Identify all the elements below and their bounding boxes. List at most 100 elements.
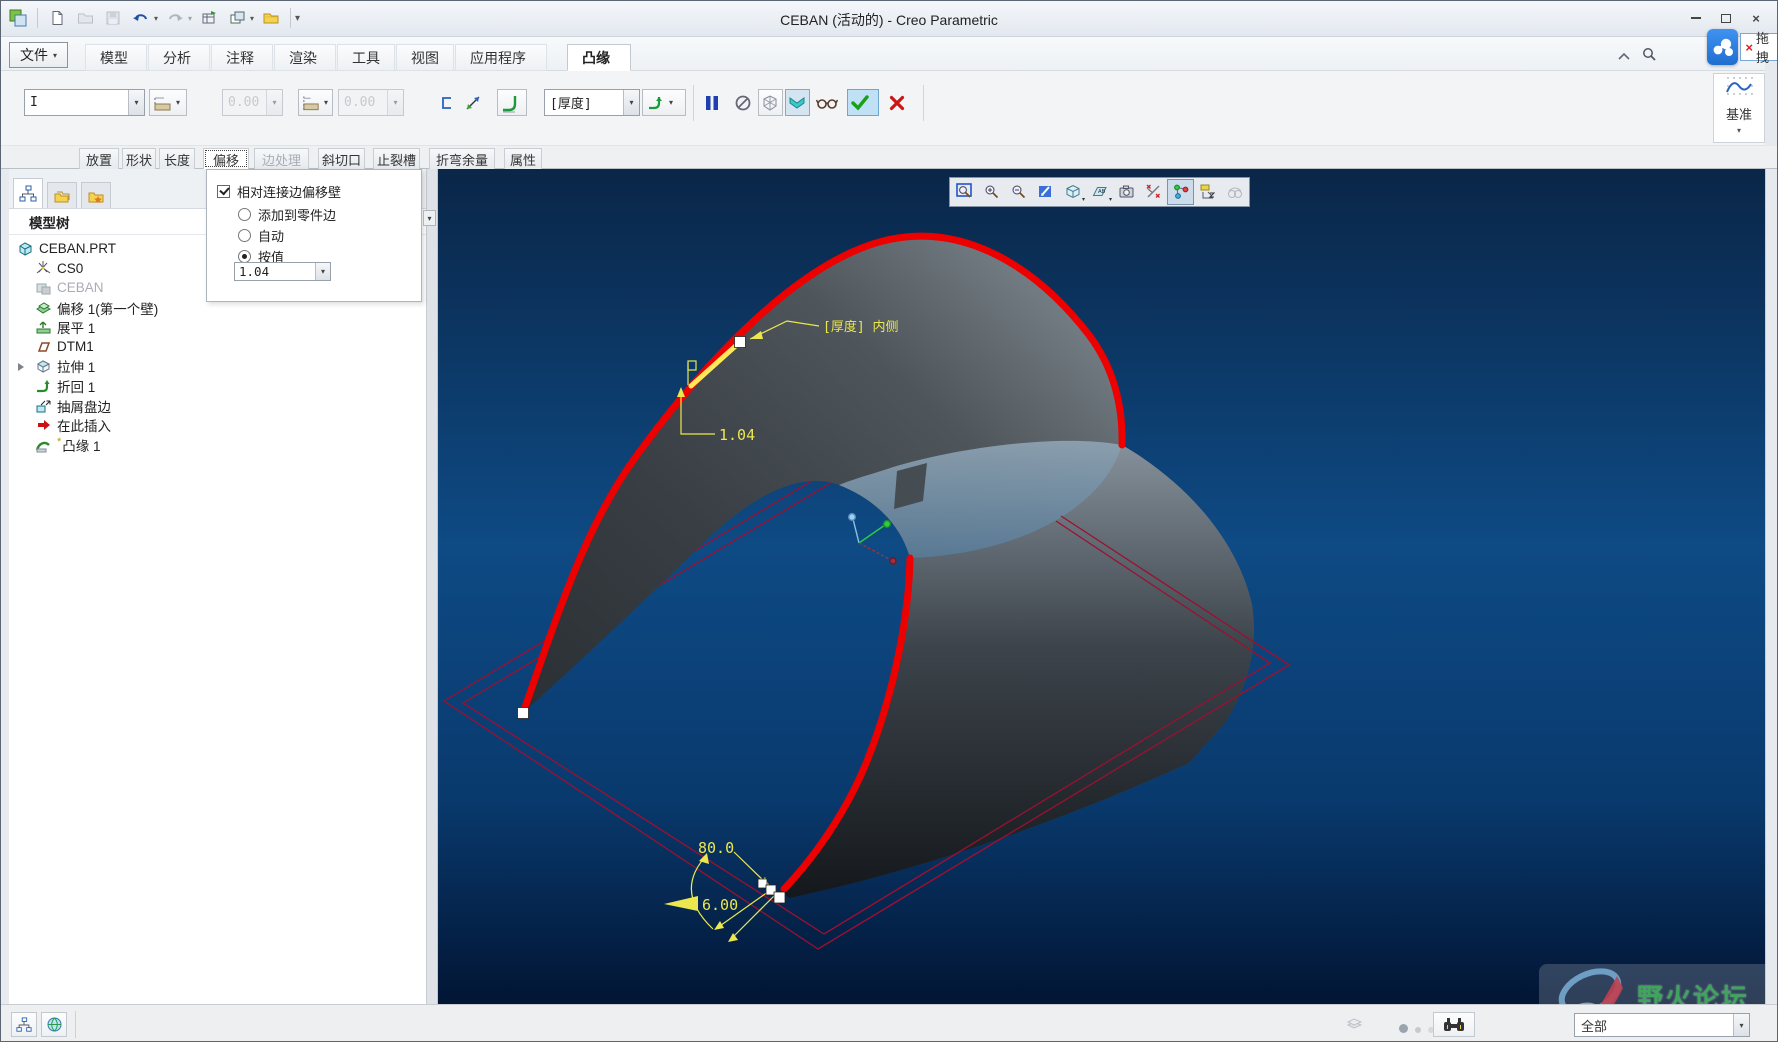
- widget-close-icon[interactable]: ×: [1745, 40, 1753, 55]
- subtab-miter-cut[interactable]: 斜切口: [318, 148, 365, 169]
- thickness-label[interactable]: [厚度] 内侧: [823, 319, 898, 335]
- accept-feature-button[interactable]: [847, 89, 879, 116]
- chevron-down-icon[interactable]: ▾: [623, 90, 639, 115]
- side1-length-value: 0.00: [228, 95, 260, 110]
- annotation-display-icon[interactable]: [1167, 179, 1194, 205]
- search-binoculars-button[interactable]: [1433, 1012, 1475, 1037]
- subtab-length[interactable]: 长度: [159, 148, 195, 169]
- tab-tools[interactable]: 工具: [337, 44, 395, 71]
- chevron-down-icon[interactable]: ▾: [315, 263, 330, 280]
- search-icon[interactable]: [1641, 46, 1657, 67]
- tab-render[interactable]: 渲染: [274, 44, 336, 71]
- tab-flange-context[interactable]: 凸缘: [567, 44, 631, 71]
- netdisk-drag-widget[interactable]: × 拖拽: [1707, 29, 1777, 65]
- filter-combo[interactable]: 全部 ▾: [1574, 1013, 1750, 1037]
- offset-dimension[interactable]: 1.04: [719, 426, 755, 444]
- minimize-button[interactable]: [1685, 9, 1707, 27]
- chevron-down-icon[interactable]: ▾: [667, 98, 675, 107]
- pause-button[interactable]: [701, 89, 727, 116]
- length-dimension[interactable]: 6.00: [702, 896, 738, 914]
- file-menu-button[interactable]: 文件 ▾: [9, 42, 69, 68]
- side1-anchor-button[interactable]: ▾: [149, 89, 187, 116]
- datum-display-filter-icon[interactable]: [1140, 179, 1167, 205]
- radio-add-to-part-edge[interactable]: [238, 208, 251, 221]
- tab-annotate[interactable]: 注释: [211, 44, 273, 71]
- refit-icon[interactable]: [951, 179, 978, 205]
- chevron-down-icon[interactable]: ▾: [1733, 1014, 1749, 1036]
- tab-analysis[interactable]: 分析: [148, 44, 210, 71]
- spin-center-icon[interactable]: [1194, 179, 1221, 205]
- bend-relief-button[interactable]: [497, 89, 527, 116]
- graphics-viewport[interactable]: [厚度] 内侧 1.04 80.0 6.00 ▾ AB ▾ 野火论坛: [438, 169, 1765, 1004]
- tree-item-fold-back[interactable]: 折回 1: [9, 376, 426, 396]
- model-tree-tab-icon[interactable]: [13, 178, 43, 208]
- subtab-placement[interactable]: 放置: [79, 148, 119, 169]
- flange-dashboard: I ▾ ▾ 0.00 ▾ ▾ 0.00 ▾ [厚度] ▾ ▾: [1, 71, 1777, 146]
- chevron-down-icon[interactable]: ▾: [266, 90, 282, 115]
- subtab-bend-allowance[interactable]: 折弯余量: [429, 148, 495, 169]
- tab-label: 渲染: [289, 49, 317, 66]
- tree-item-dtm1[interactable]: DTM1: [9, 337, 426, 357]
- repaint-icon[interactable]: [1032, 179, 1059, 205]
- preview-glasses-icon[interactable]: [813, 89, 841, 116]
- expand-icon[interactable]: [18, 362, 24, 371]
- maximize-button[interactable]: [1715, 9, 1737, 27]
- web-browser-toggle-button[interactable]: [41, 1012, 67, 1037]
- panel-more-button[interactable]: ▾: [423, 210, 436, 226]
- side1-length-combo[interactable]: 0.00 ▾: [222, 89, 283, 116]
- radius-side-button[interactable]: ▾: [642, 89, 686, 116]
- chevron-down-icon[interactable]: ▾: [128, 90, 144, 115]
- subtab-offset[interactable]: 偏移: [203, 148, 249, 169]
- corner-drag-handle[interactable]: [517, 707, 529, 719]
- saved-views-icon[interactable]: AB ▾: [1086, 179, 1113, 205]
- status-bar: 全部 ▾: [1, 1004, 1777, 1041]
- close-button[interactable]: ×: [1745, 9, 1767, 27]
- bend-radius-combo[interactable]: [厚度] ▾: [544, 89, 640, 116]
- tab-view[interactable]: 视图: [396, 44, 454, 71]
- subtab-relief[interactable]: 止裂槽: [373, 148, 420, 169]
- datum-group-button[interactable]: 基准 ▾: [1713, 73, 1765, 143]
- chevron-down-icon[interactable]: ▾: [174, 98, 182, 107]
- model-canvas[interactable]: [厚度] 内侧 1.04 80.0 6.00: [438, 169, 1765, 1004]
- wireframe-preview-button[interactable]: [758, 89, 783, 116]
- tree-item-edge-feature[interactable]: 抽屑盘边: [9, 396, 426, 416]
- netdisk-cloud-icon[interactable]: [1707, 29, 1739, 65]
- capture-icon[interactable]: [1113, 179, 1140, 205]
- side2-length-combo[interactable]: 0.00 ▾: [338, 89, 404, 116]
- angle-dimension[interactable]: 80.0: [698, 839, 734, 857]
- cancel-feature-button[interactable]: [885, 89, 913, 116]
- collapse-ribbon-icon[interactable]: [1617, 48, 1631, 66]
- open-profile-icon[interactable]: [435, 89, 459, 116]
- forum-watermark: 野火论坛 www.proewildfire.cn: [1539, 964, 1765, 1004]
- navigator-toggle-button[interactable]: [11, 1012, 37, 1037]
- side2-anchor-button[interactable]: ▾: [298, 89, 333, 116]
- datum-curve-icon: [1726, 77, 1753, 95]
- radio-automatic[interactable]: [238, 229, 251, 242]
- geometry-preview-button[interactable]: [785, 89, 810, 116]
- zoom-in-icon[interactable]: [978, 179, 1005, 205]
- tree-item-flatten[interactable]: 展平 1: [9, 317, 426, 337]
- tree-item-flange[interactable]: * 凸缘 1: [9, 435, 426, 455]
- tree-item-insert-here[interactable]: 在此插入: [9, 415, 426, 435]
- display-style-icon[interactable]: ▾: [1059, 179, 1086, 205]
- chevron-down-icon[interactable]: ▾: [387, 90, 403, 115]
- edge-drag-handle[interactable]: [734, 336, 746, 348]
- flip-direction-icon[interactable]: [461, 89, 485, 116]
- tab-applications[interactable]: 应用程序: [455, 44, 547, 71]
- radio-label: 添加到零件边: [258, 208, 337, 223]
- zoom-out-icon[interactable]: [1005, 179, 1032, 205]
- corner-drag-handle[interactable]: [773, 891, 786, 904]
- offset-wall-checkbox[interactable]: [217, 185, 230, 198]
- profile-type-combo[interactable]: I ▾: [24, 89, 145, 116]
- panel-splitter[interactable]: [427, 169, 438, 1004]
- folder-browser-tab-icon[interactable]: [47, 182, 77, 208]
- tree-item-extrude[interactable]: 拉伸 1: [9, 357, 426, 377]
- no-preview-button[interactable]: [731, 89, 756, 116]
- datum-group-label: 基准: [1725, 107, 1752, 122]
- favorites-tab-icon[interactable]: [81, 182, 111, 208]
- offset-value-combo[interactable]: 1.04 ▾: [234, 262, 331, 281]
- subtab-properties[interactable]: 属性: [504, 148, 542, 169]
- subtab-shape[interactable]: 形状: [122, 148, 156, 169]
- chevron-down-icon[interactable]: ▾: [322, 98, 330, 107]
- tab-model[interactable]: 模型: [85, 44, 147, 71]
